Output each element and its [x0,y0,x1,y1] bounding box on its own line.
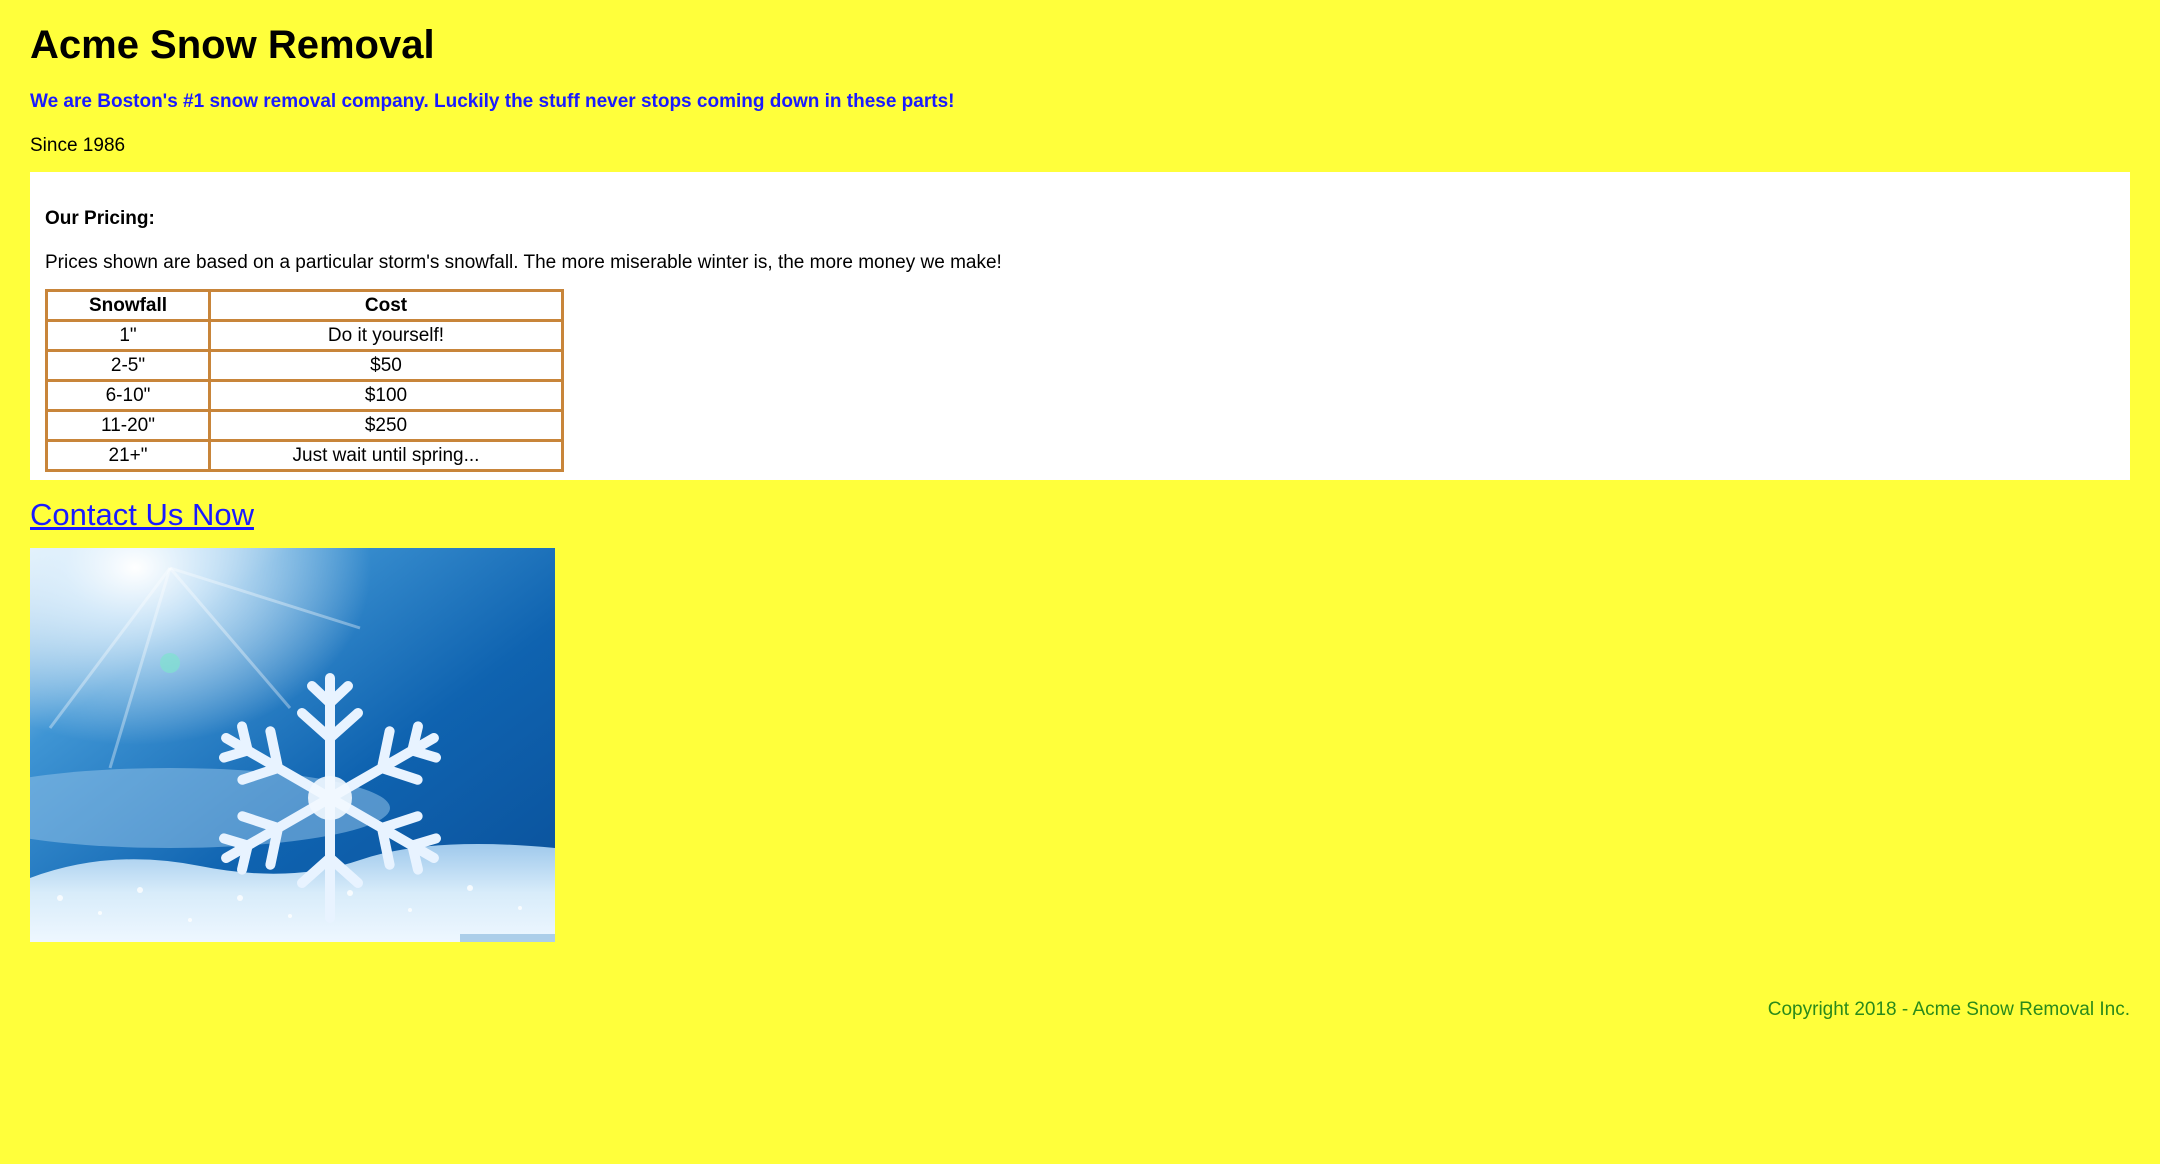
cost-cell: Do it yourself! [208,319,564,352]
column-header-cost: Cost [208,289,564,322]
contact-us-link[interactable]: Contact Us Now [30,496,254,534]
snowfall-cell: 11-20" [45,409,211,442]
cost-cell: $50 [208,349,564,382]
snowfall-cell: 1" [45,319,211,352]
tagline: We are Boston's #1 snow removal company.… [30,91,955,112]
snowfall-cell: 6-10" [45,379,211,412]
copyright-text: Copyright 2018 - Acme Snow Removal Inc. [1767,999,2130,1020]
snowfall-cell: 21+" [45,439,211,472]
cost-cell: Just wait until spring... [208,439,564,472]
page-title: Acme Snow Removal [30,23,435,67]
pricing-section: Our Pricing: Prices shown are based on a… [30,172,2130,480]
snowfall-cell: 2-5" [45,349,211,382]
table-row: 2-5" $50 [45,349,564,382]
table-row: 1" Do it yourself! [45,319,564,352]
page-content: Acme Snow Removal We are Boston's #1 sno… [30,0,2130,942]
snowflake-photo [30,548,555,942]
since-text: Since 1986 [30,135,126,156]
pricing-table: Snowfall Cost 1" Do it yourself! 2-5" $5… [45,289,564,472]
table-header-row: Snowfall Cost [45,289,564,322]
cost-cell: $100 [208,379,564,412]
column-header-snowfall: Snowfall [45,289,211,322]
table-row: 21+" Just wait until spring... [45,439,564,472]
pricing-description: Prices shown are based on a particular s… [45,252,1002,273]
cost-cell: $250 [208,409,564,442]
table-row: 6-10" $100 [45,379,564,412]
table-row: 11-20" $250 [45,409,564,442]
pricing-title: Our Pricing: [45,208,155,229]
